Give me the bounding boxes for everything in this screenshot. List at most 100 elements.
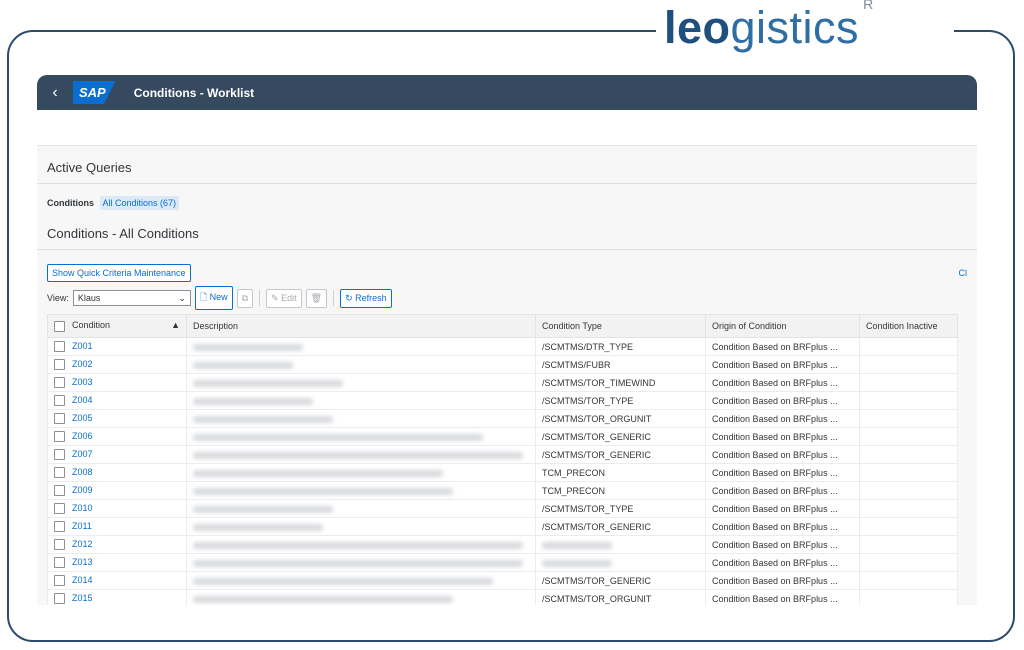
condition-id-link[interactable]: Z004 <box>72 395 93 405</box>
row-checkbox[interactable] <box>54 503 65 515</box>
row-checkbox[interactable] <box>54 359 65 371</box>
row-checkbox[interactable] <box>54 413 65 425</box>
row-checkbox[interactable] <box>54 431 65 443</box>
cell-condition-type: /SCMTMS/TOR_TIMEWIND <box>535 373 706 392</box>
toolbar-separator <box>333 290 335 306</box>
cell-condition[interactable]: Z003 <box>47 373 187 392</box>
cell-inactive <box>859 481 958 500</box>
cell-condition[interactable]: Z005 <box>47 409 187 428</box>
row-checkbox[interactable] <box>54 485 65 497</box>
row-checkbox[interactable] <box>54 449 65 461</box>
row-checkbox[interactable] <box>54 341 65 353</box>
delete-button[interactable]: 🗑 <box>305 288 328 308</box>
refresh-button[interactable]: ↻ Refresh <box>340 288 392 308</box>
table-row[interactable]: Z011/SCMTMS/TOR_GENERIC Condition Based o… <box>47 517 958 536</box>
edit-button[interactable]: ✎ Edit <box>266 288 302 308</box>
condition-id-link[interactable]: Z009 <box>72 485 93 495</box>
cell-origin: Condition Based on BRFplus ... <box>705 445 860 464</box>
back-button[interactable]: ‹ <box>37 84 73 102</box>
chevron-down-icon: ⌄ <box>178 292 186 303</box>
view-select[interactable]: Klaus ⌄ <box>72 290 191 306</box>
condition-id-link[interactable]: Z010 <box>72 503 93 513</box>
new-button[interactable]: 🗋 New <box>194 286 233 310</box>
condition-id-link[interactable]: Z015 <box>72 593 93 603</box>
condition-id-link[interactable]: Z002 <box>72 359 93 369</box>
table-row[interactable]: Z002/SCMTMS/FUBR Condition Based on BRFpl… <box>47 355 958 374</box>
cell-condition[interactable]: Z013 <box>47 553 187 572</box>
cell-description <box>186 499 536 518</box>
table-row[interactable]: Z006/SCMTMS/TOR_GENERIC Condition Based o… <box>47 427 958 446</box>
table-row[interactable]: Z009 TCM_PRECON Condition Based on BRFplus… <box>47 481 958 500</box>
table-row[interactable]: Z005/SCMTMS/TOR_ORGUNIT Condition Based o… <box>47 409 958 428</box>
cell-condition[interactable]: Z007 <box>47 445 187 464</box>
redacted-description <box>193 559 523 567</box>
condition-id-link[interactable]: Z008 <box>72 467 93 477</box>
cell-condition[interactable]: Z015 <box>47 589 187 605</box>
table-row[interactable]: Z010/SCMTMS/TOR_TYPE Condition Based on B… <box>47 499 958 518</box>
condition-id-link[interactable]: Z001 <box>72 341 93 351</box>
table-row[interactable]: Z013 Condition Based on BRFplus ... <box>47 553 958 572</box>
row-checkbox[interactable] <box>54 395 65 407</box>
row-checkbox[interactable] <box>54 377 65 389</box>
col-inactive-header[interactable]: Condition Inactive <box>859 314 958 338</box>
sort-ascending-icon[interactable]: ▲ <box>171 320 180 330</box>
cell-condition[interactable]: Z006 <box>47 427 187 446</box>
show-quick-criteria-button[interactable]: Show Quick Criteria Maintenance <box>47 264 191 282</box>
cell-condition[interactable]: Z009 <box>47 481 187 500</box>
col-condition-type-header[interactable]: Condition Type <box>535 314 706 338</box>
condition-id-link[interactable]: Z007 <box>72 449 93 459</box>
table-row[interactable]: Z008 TCM_PRECON Condition Based on BRFplus… <box>47 463 958 482</box>
condition-id-link[interactable]: Z013 <box>72 557 93 567</box>
table-row[interactable]: Z012 Condition Based on BRFplus ... <box>47 535 958 554</box>
row-checkbox[interactable] <box>54 539 65 551</box>
cell-condition-type <box>535 553 706 572</box>
header-spacer <box>37 110 977 146</box>
table-row[interactable]: Z001/SCMTMS/DTR_TYPE Condition Based on B… <box>47 337 958 356</box>
cell-condition[interactable]: Z008 <box>47 463 187 482</box>
copy-button[interactable]: ⧉ <box>236 288 254 308</box>
table-row[interactable]: Z015/SCMTMS/TOR_ORGUNIT Condition Based o… <box>47 589 958 605</box>
row-checkbox[interactable] <box>54 557 65 569</box>
cell-condition[interactable]: Z004 <box>47 391 187 410</box>
row-checkbox[interactable] <box>54 521 65 533</box>
cell-description <box>186 373 536 392</box>
sap-logo[interactable]: SAP <box>73 81 116 104</box>
table-row[interactable]: Z003/SCMTMS/TOR_TIMEWIND Condition Based … <box>47 373 958 392</box>
redacted-description <box>193 577 493 585</box>
cell-condition[interactable]: Z012 <box>47 535 187 554</box>
condition-id-link[interactable]: Z005 <box>72 413 93 423</box>
cell-condition[interactable]: Z001 <box>47 337 187 356</box>
cell-condition[interactable]: Z010 <box>47 499 187 518</box>
query-category-label: Conditions <box>47 198 94 208</box>
table-row[interactable]: Z007/SCMTMS/TOR_GENERIC Condition Based o… <box>47 445 958 464</box>
redacted-description <box>193 433 483 441</box>
table-row[interactable]: Z004/SCMTMS/TOR_TYPE Condition Based on B… <box>47 391 958 410</box>
cell-condition[interactable]: Z002 <box>47 355 187 374</box>
copy-icon: ⧉ <box>241 292 249 303</box>
page-title: Conditions - Worklist <box>133 85 255 100</box>
active-queries-heading: Active Queries <box>37 146 977 184</box>
select-all-checkbox[interactable] <box>54 320 65 332</box>
row-checkbox[interactable] <box>54 575 65 587</box>
cell-condition-type: /SCMTMS/TOR_ORGUNIT <box>535 409 706 428</box>
condition-id-link[interactable]: Z014 <box>72 575 93 585</box>
row-checkbox[interactable] <box>54 593 65 605</box>
col-condition-header[interactable]: Condition ▲ <box>47 314 187 338</box>
condition-id-link[interactable]: Z003 <box>72 377 93 387</box>
new-doc-icon: 🗋 <box>199 292 208 302</box>
cell-description <box>186 463 536 482</box>
col-origin-header[interactable]: Origin of Condition <box>705 314 860 338</box>
redacted-description <box>193 487 453 495</box>
cell-inactive <box>859 589 958 605</box>
query-all-conditions-link[interactable]: All Conditions (67) <box>99 196 180 210</box>
cell-condition[interactable]: Z011 <box>47 517 187 536</box>
row-checkbox[interactable] <box>54 467 65 479</box>
col-description-header[interactable]: Description <box>186 314 536 338</box>
condition-id-link[interactable]: Z012 <box>72 539 93 549</box>
condition-id-link[interactable]: Z011 <box>72 521 92 531</box>
clear-link[interactable]: Cl <box>959 268 968 282</box>
cell-inactive <box>859 445 958 464</box>
table-row[interactable]: Z014/SCMTMS/TOR_GENERIC Condition Based o… <box>47 571 958 590</box>
cell-condition[interactable]: Z014 <box>47 571 187 590</box>
condition-id-link[interactable]: Z006 <box>72 431 93 441</box>
